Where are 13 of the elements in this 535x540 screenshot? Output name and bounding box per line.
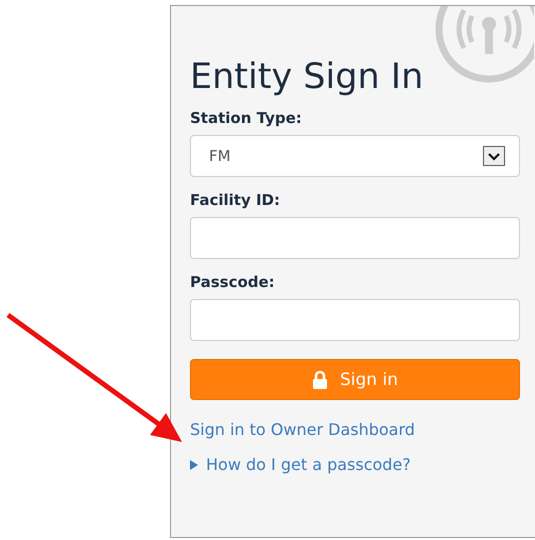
station-type-select[interactable]: FM xyxy=(190,135,520,177)
text-field[interactable] xyxy=(190,299,520,341)
field-label: Facility ID: xyxy=(190,191,282,209)
text-field[interactable] xyxy=(190,217,520,259)
field-label: Station Type: xyxy=(190,109,303,127)
page-title: Entity Sign In xyxy=(190,56,424,99)
sign-in-button[interactable]: Sign in xyxy=(190,359,520,400)
lock-icon xyxy=(312,370,328,388)
owner-dashboard-link[interactable]: Sign in to Owner Dashboard xyxy=(190,420,415,439)
disclosure-triangle-icon[interactable] xyxy=(190,460,198,470)
field-label: Passcode: xyxy=(190,273,276,291)
passcode-help-link[interactable]: How do I get a passcode? xyxy=(206,455,411,474)
radio-tower-icon xyxy=(434,6,534,84)
